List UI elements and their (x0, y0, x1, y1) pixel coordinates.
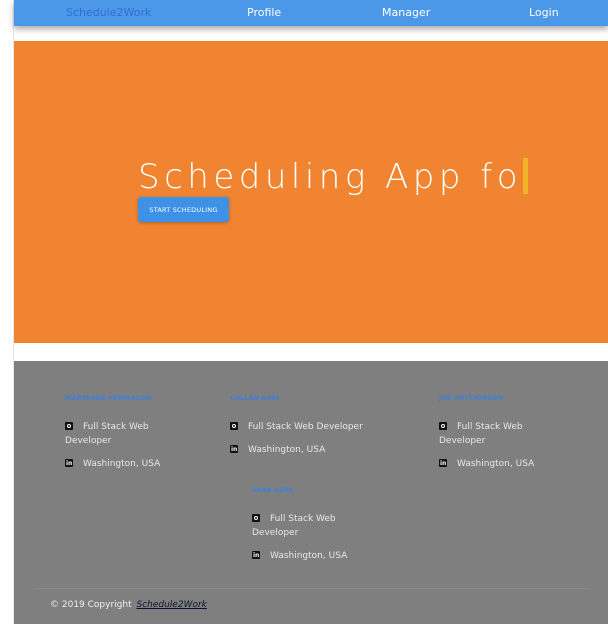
linkedin-icon[interactable] (252, 549, 260, 563)
linkedin-icon[interactable] (65, 457, 73, 471)
top-navbar: Schedule2Work Profile Manager Login (14, 0, 608, 26)
member-name[interactable]: MARYANNE HEINBAUGH (65, 394, 185, 404)
member-location-text: Washington, USA (248, 445, 326, 455)
copyright-brand-link[interactable]: Schedule2Work (136, 600, 206, 610)
member-name[interactable]: CULLAN AOKI (230, 394, 380, 404)
github-icon[interactable] (65, 422, 73, 430)
hero-title-text: Scheduling App fo (138, 157, 523, 197)
footer-divider (36, 588, 588, 589)
nav-link-profile[interactable]: Profile (247, 6, 281, 19)
member-role: Full Stack Web Developer (65, 420, 185, 448)
nav-link-login[interactable]: Login (529, 6, 559, 19)
github-icon[interactable] (439, 422, 447, 430)
member-name[interactable]: IMAN GURE (252, 486, 352, 496)
member-location: Washington, USA (439, 457, 539, 471)
team-member-card: IMAN GURE Full Stack Web Developer Washi… (252, 486, 352, 563)
member-name[interactable]: JOE HUTCHINSON (439, 394, 539, 404)
copyright-text: © 2019 Copyright (50, 600, 132, 610)
linkedin-icon[interactable] (439, 457, 447, 471)
team-member-card: JOE HUTCHINSON Full Stack Web Developer … (439, 394, 539, 471)
linkedin-icon[interactable] (230, 443, 238, 457)
member-location: Washington, USA (252, 549, 352, 563)
github-icon[interactable] (230, 422, 238, 430)
member-role-text: Full Stack Web Developer (65, 422, 149, 446)
member-role: Full Stack Web Developer (439, 420, 539, 448)
footer: MARYANNE HEINBAUGH Full Stack Web Develo… (14, 361, 608, 624)
start-scheduling-button[interactable]: START SCHEDULING (138, 197, 229, 222)
team-member-card: MARYANNE HEINBAUGH Full Stack Web Develo… (65, 394, 185, 471)
member-location: Washington, USA (65, 457, 185, 471)
member-role-text: Full Stack Web Developer (248, 422, 363, 432)
member-location-text: Washington, USA (83, 459, 161, 469)
member-role: Full Stack Web Developer (230, 420, 380, 434)
member-location-text: Washington, USA (270, 551, 348, 561)
member-role: Full Stack Web Developer (252, 512, 352, 540)
page-left-edge (0, 0, 14, 624)
hero-title: Scheduling App fo (138, 157, 529, 197)
hero-section: Scheduling App fo START SCHEDULING (14, 41, 608, 343)
team-member-card: CULLAN AOKI Full Stack Web Developer Was… (230, 394, 380, 457)
typing-caret (523, 158, 529, 194)
brand-link[interactable]: Schedule2Work (66, 6, 151, 19)
nav-link-manager[interactable]: Manager (382, 6, 430, 19)
github-icon[interactable] (252, 514, 260, 522)
member-location-text: Washington, USA (457, 459, 535, 469)
copyright: © 2019 Copyright Schedule2Work (50, 600, 207, 610)
member-location: Washington, USA (230, 443, 380, 457)
member-role-text: Full Stack Web Developer (439, 422, 523, 446)
member-role-text: Full Stack Web Developer (252, 514, 336, 538)
